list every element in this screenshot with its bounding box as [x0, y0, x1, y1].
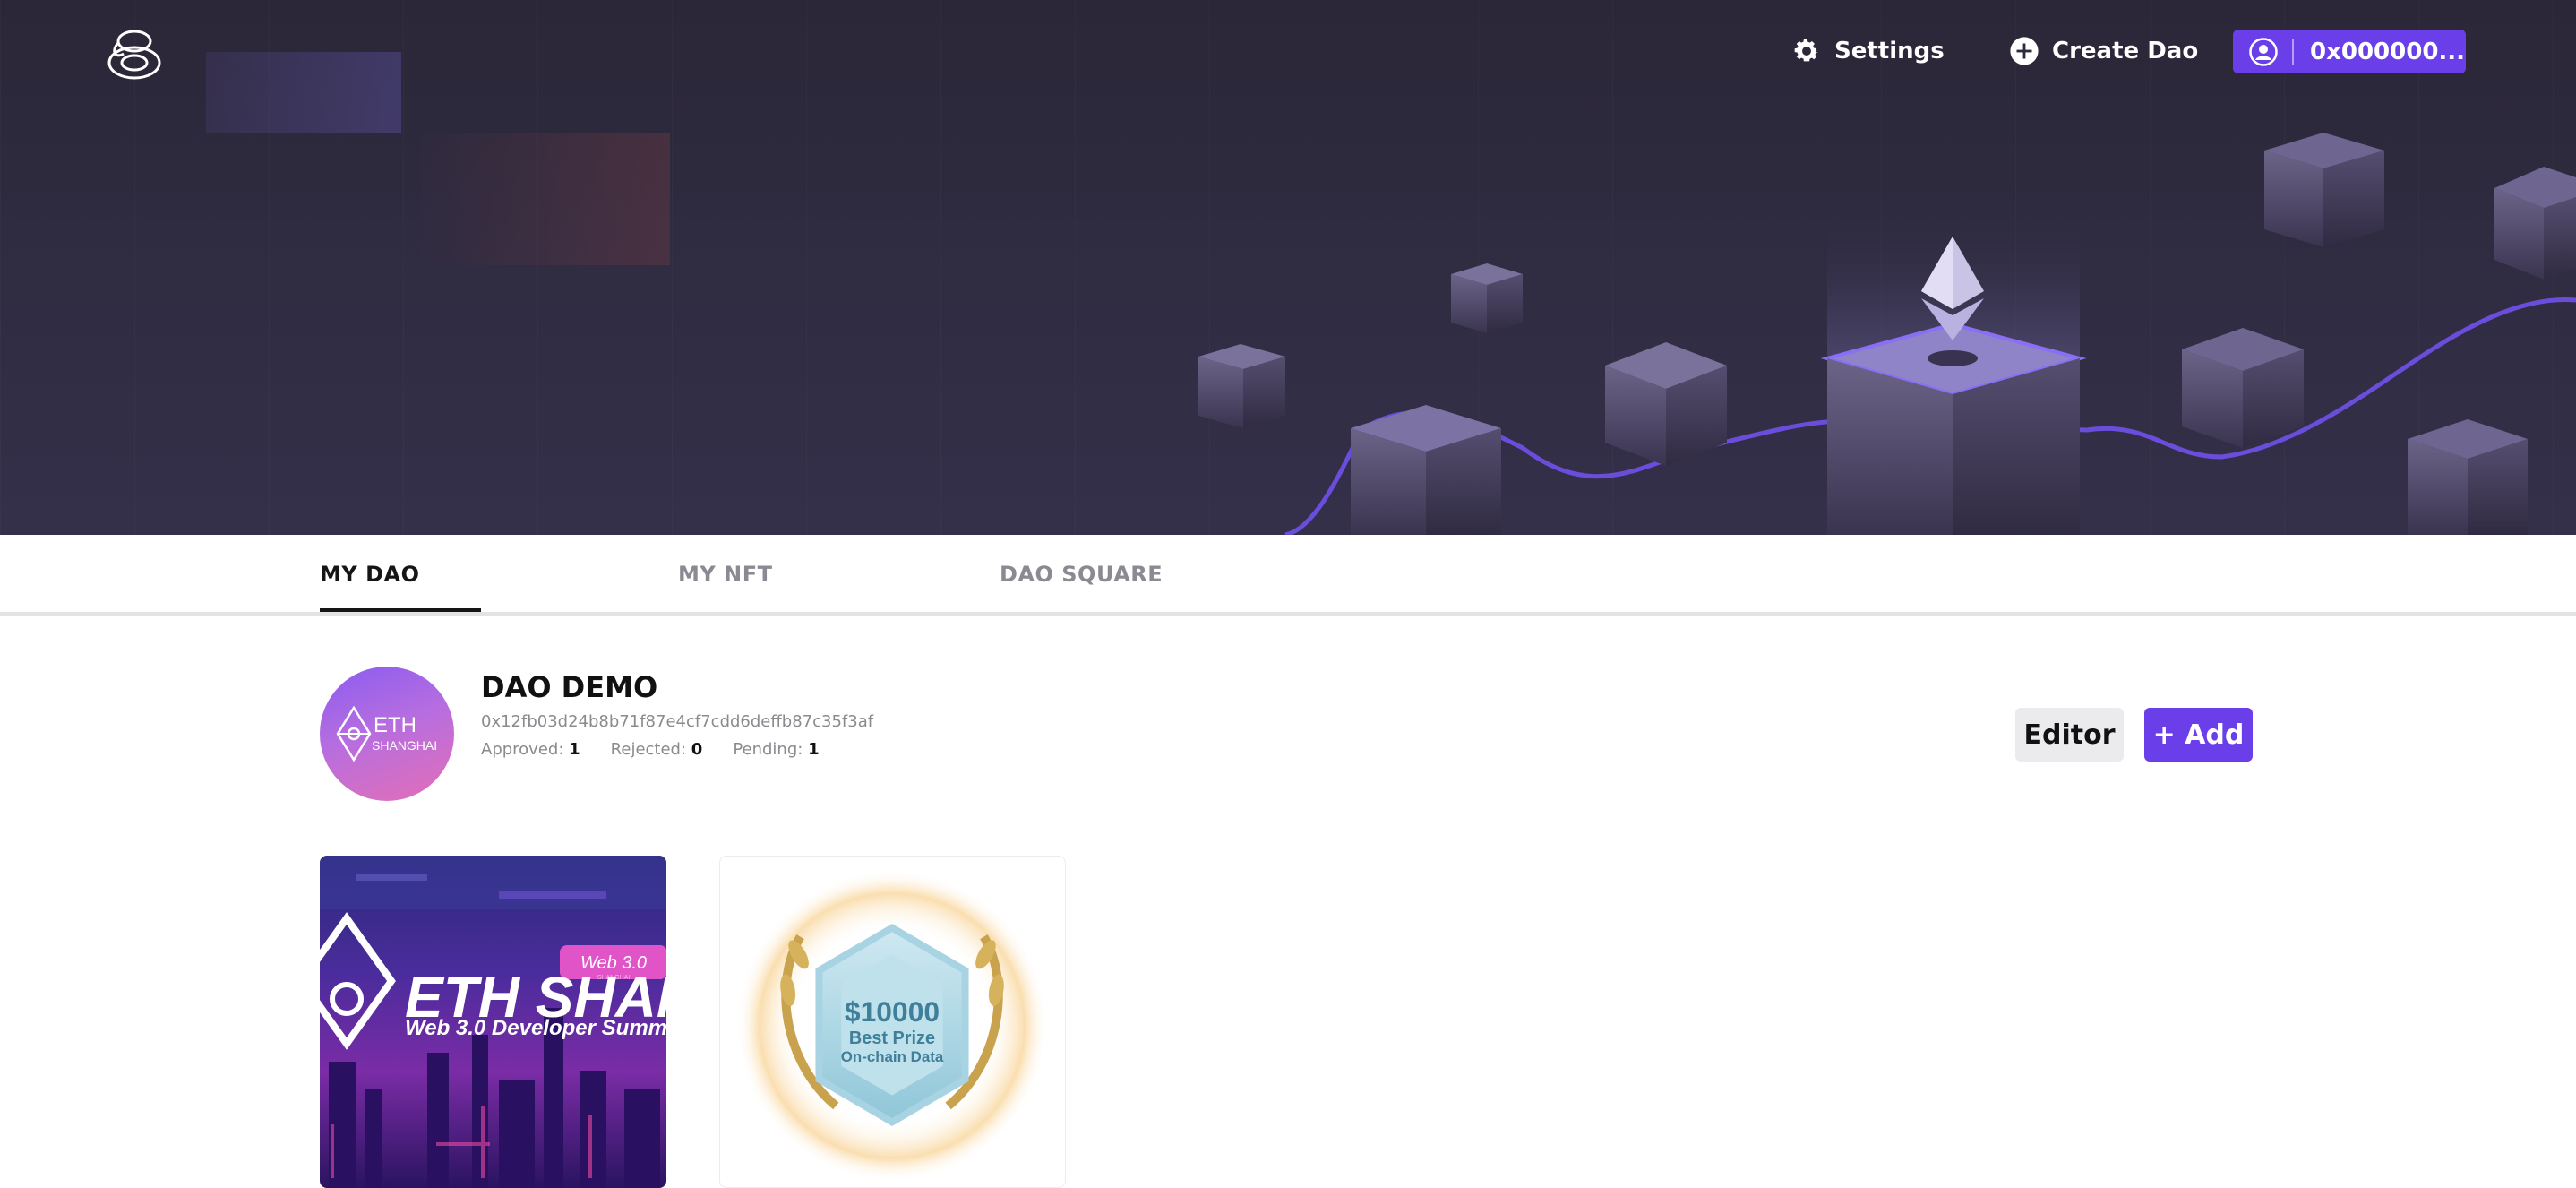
tab-bar: MY DAO MY NFT DAO SQUARE — [0, 535, 2576, 616]
wallet-divider — [2292, 38, 2294, 65]
wallet-button[interactable]: 0x000000... — [2233, 30, 2466, 73]
hero-illustration — [1198, 133, 2576, 535]
prize-category: On-chain Data — [841, 1048, 944, 1065]
tab-my-dao[interactable]: MY DAO — [320, 562, 420, 587]
dao-stats: Approved: 1 Rejected: 0 Pending: 1 — [481, 740, 850, 759]
stat-rejected-value: 0 — [691, 740, 703, 759]
create-dao-link[interactable]: Create Dao — [2009, 36, 2198, 66]
create-dao-label: Create Dao — [2052, 38, 2199, 65]
dao-avatar-subtext: SHANGHAI — [372, 738, 438, 753]
hero-decor-square — [421, 133, 670, 265]
dao-name: DAO DEMO — [481, 670, 658, 704]
stat-pending-label: Pending: — [733, 740, 803, 759]
dao-avatar-text: ETH — [374, 713, 416, 737]
plus-circle-icon — [2010, 37, 2039, 65]
hero-banner: Settings Create Dao 0x000000... — [0, 0, 2576, 535]
nft-image-prize-badge: $10000 Best Prize On-chain Data — [735, 869, 1049, 1183]
wallet-address: 0x000000... — [2310, 38, 2466, 65]
stat-approved-label: Approved: — [481, 740, 564, 759]
stat-approved-value: 1 — [569, 740, 580, 759]
nft-card[interactable]: $10000 Best Prize On-chain Data — [719, 856, 1066, 1188]
settings-link[interactable]: Settings — [1791, 36, 1945, 66]
stat-rejected-label: Rejected: — [610, 740, 687, 759]
tab-dao-square[interactable]: DAO SQUARE — [1000, 562, 1163, 587]
stat-rejected: Rejected: 0 — [611, 740, 703, 759]
hero-decor-square — [206, 52, 401, 133]
nft-subtitle: Web 3.0 Developer Summ — [405, 1016, 666, 1040]
user-avatar-icon — [2249, 37, 2278, 66]
editor-button[interactable]: Editor — [2015, 708, 2124, 762]
app-logo-icon[interactable] — [106, 23, 163, 82]
settings-label: Settings — [1834, 38, 1945, 65]
prize-amount: $10000 — [845, 995, 940, 1028]
stat-pending: Pending: 1 — [733, 740, 819, 759]
dao-address: 0x12fb03d24b8b71f87e4cf7cdd6deffb87c35f3… — [481, 712, 874, 731]
nft-card[interactable]: Web 3.0 SHANGHAI ETH SHANGHAI Web 3.0 De… — [320, 856, 666, 1188]
dao-avatar: ETH SHANGHAI — [320, 667, 454, 801]
prize-label: Best Prize — [849, 1029, 935, 1048]
nft-image-eth-shanghai: Web 3.0 SHANGHAI ETH SHANGHAI Web 3.0 De… — [320, 856, 666, 1188]
gear-icon — [1794, 39, 1819, 62]
stat-approved: Approved: 1 — [481, 740, 580, 759]
stat-pending-value: 1 — [808, 740, 820, 759]
tab-my-nft[interactable]: MY NFT — [678, 562, 772, 587]
add-button[interactable]: + Add — [2144, 708, 2253, 762]
eth-logo-icon — [336, 706, 372, 762]
active-tab-indicator — [320, 608, 481, 612]
